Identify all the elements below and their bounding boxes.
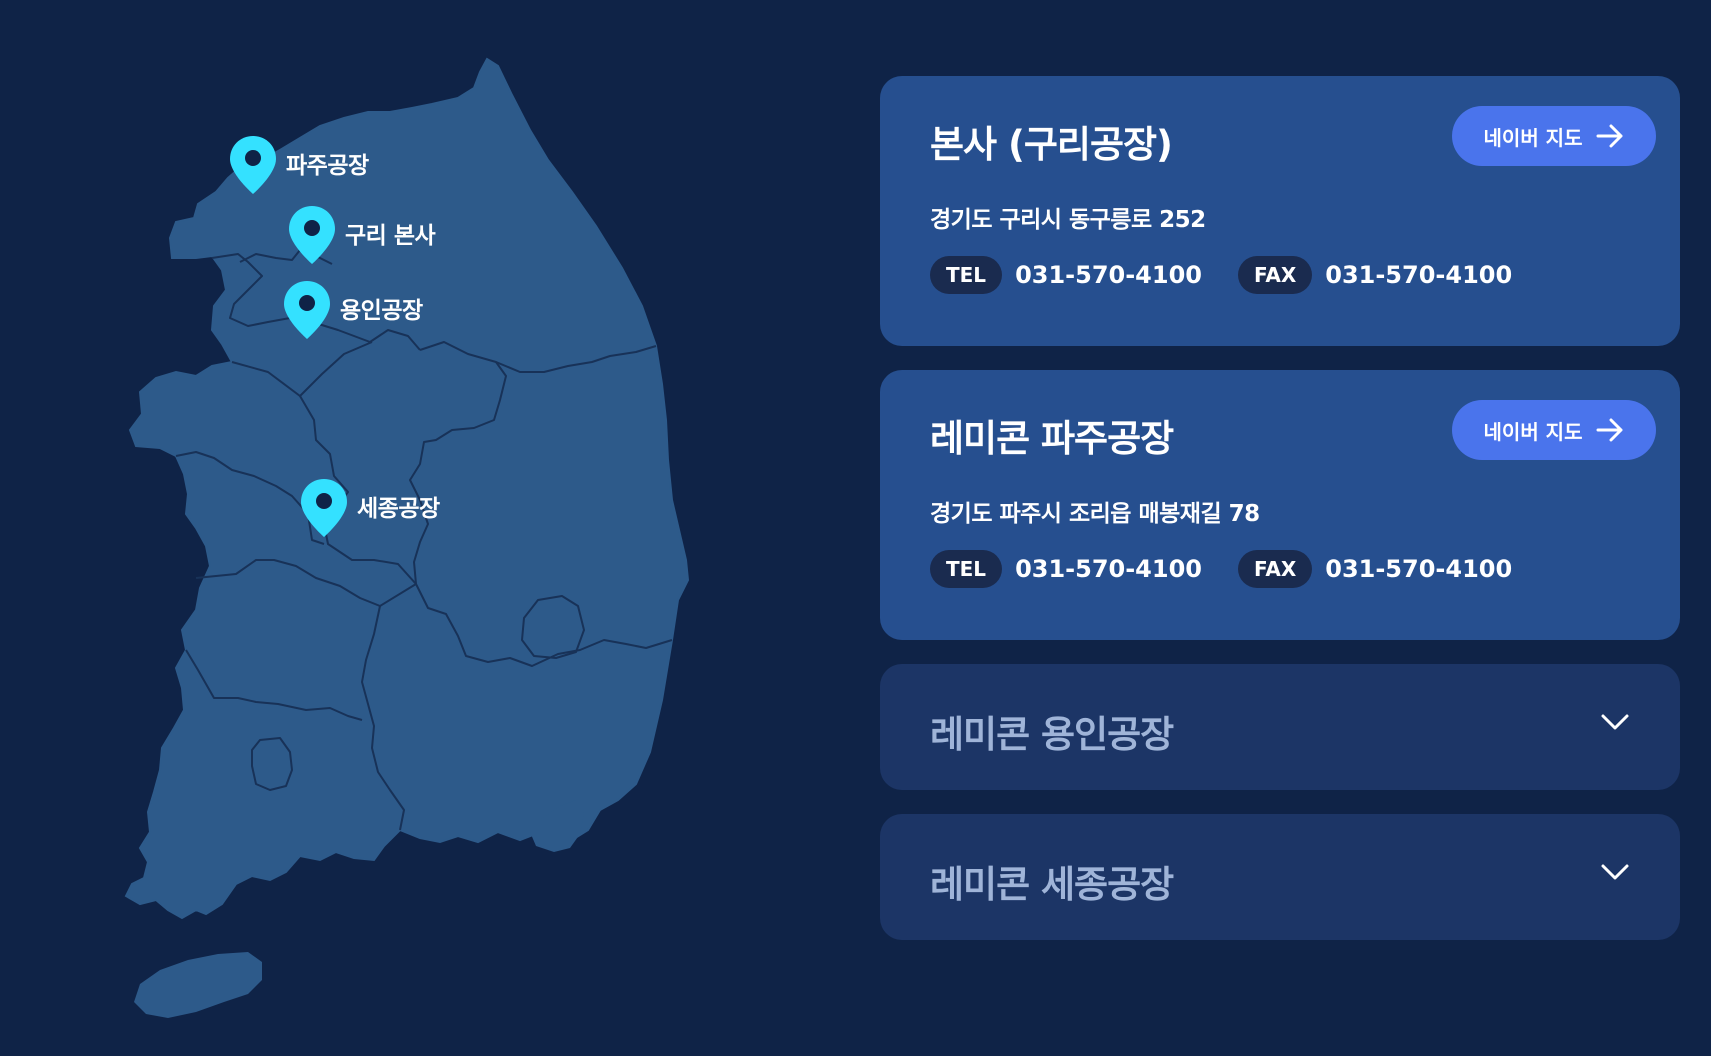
location-card-yongin[interactable]: 레미콘 용인공장 xyxy=(880,664,1680,790)
contact-row: TEL 031-570-4100 FAX 031-570-4100 xyxy=(930,550,1548,588)
fax-number: 031-570-4100 xyxy=(1325,555,1513,583)
fax-item: FAX 031-570-4100 xyxy=(1237,550,1513,588)
location-title: 레미콘 용인공장 xyxy=(930,713,1174,756)
map-pin-icon xyxy=(284,281,330,339)
arrow-right-icon xyxy=(1596,418,1623,442)
pin-sejong[interactable]: 세종공장 xyxy=(299,477,440,539)
fax-number: 031-570-4100 xyxy=(1325,261,1513,289)
map-pin-icon xyxy=(301,479,347,537)
location-title: 레미콘 파주공장 xyxy=(930,417,1174,460)
pin-label: 구리 본사 xyxy=(345,223,436,249)
fax-badge: FAX xyxy=(1237,256,1313,294)
page: 파주공장 구리 본사 용인공장 세종공장 본사 (구리공장) 네이버 지도 경기… xyxy=(0,0,1711,1056)
arrow-right-icon xyxy=(1596,124,1623,148)
tel-number[interactable]: 031-570-4100 xyxy=(1015,555,1202,583)
pin-label: 용인공장 xyxy=(340,298,423,324)
fax-item: FAX 031-570-4100 xyxy=(1237,256,1513,294)
location-title: 본사 (구리공장) xyxy=(930,123,1173,166)
pin-guri-hq[interactable]: 구리 본사 xyxy=(287,204,436,266)
location-card-guri-hq: 본사 (구리공장) 네이버 지도 경기도 구리시 동구릉로 252 TEL 03… xyxy=(880,76,1680,346)
jeju-shape xyxy=(134,952,262,1018)
tel-item: TEL 031-570-4100 xyxy=(930,550,1202,588)
fax-badge: FAX xyxy=(1237,550,1313,588)
naver-map-button-label: 네이버 지도 xyxy=(1483,125,1583,150)
naver-map-button-label: 네이버 지도 xyxy=(1483,419,1583,444)
pin-yongin[interactable]: 용인공장 xyxy=(282,279,423,341)
map-pin-icon xyxy=(289,206,335,264)
location-address: 경기도 구리시 동구릉로 252 xyxy=(930,207,1206,233)
map-pin-icon xyxy=(230,136,276,194)
location-card-sejong[interactable]: 레미콘 세종공장 xyxy=(880,814,1680,940)
korea-map: 파주공장 구리 본사 용인공장 세종공장 xyxy=(0,0,800,1056)
naver-map-button[interactable]: 네이버 지도 xyxy=(1452,106,1656,166)
pin-label: 파주공장 xyxy=(286,153,369,179)
pin-label: 세종공장 xyxy=(357,496,440,522)
location-title: 레미콘 세종공장 xyxy=(930,863,1174,906)
location-list: 본사 (구리공장) 네이버 지도 경기도 구리시 동구릉로 252 TEL 03… xyxy=(880,76,1680,964)
tel-badge: TEL xyxy=(930,256,1003,294)
naver-map-button[interactable]: 네이버 지도 xyxy=(1452,400,1656,460)
contact-row: TEL 031-570-4100 FAX 031-570-4100 xyxy=(930,256,1548,294)
pin-paju[interactable]: 파주공장 xyxy=(228,134,369,196)
tel-badge: TEL xyxy=(930,550,1003,588)
chevron-down-icon[interactable] xyxy=(1600,862,1630,882)
location-address: 경기도 파주시 조리읍 매봉재길 78 xyxy=(930,501,1260,527)
tel-item: TEL 031-570-4100 xyxy=(930,256,1202,294)
tel-number[interactable]: 031-570-4100 xyxy=(1015,261,1202,289)
location-card-paju: 레미콘 파주공장 네이버 지도 경기도 파주시 조리읍 매봉재길 78 TEL … xyxy=(880,370,1680,640)
chevron-down-icon[interactable] xyxy=(1600,712,1630,732)
